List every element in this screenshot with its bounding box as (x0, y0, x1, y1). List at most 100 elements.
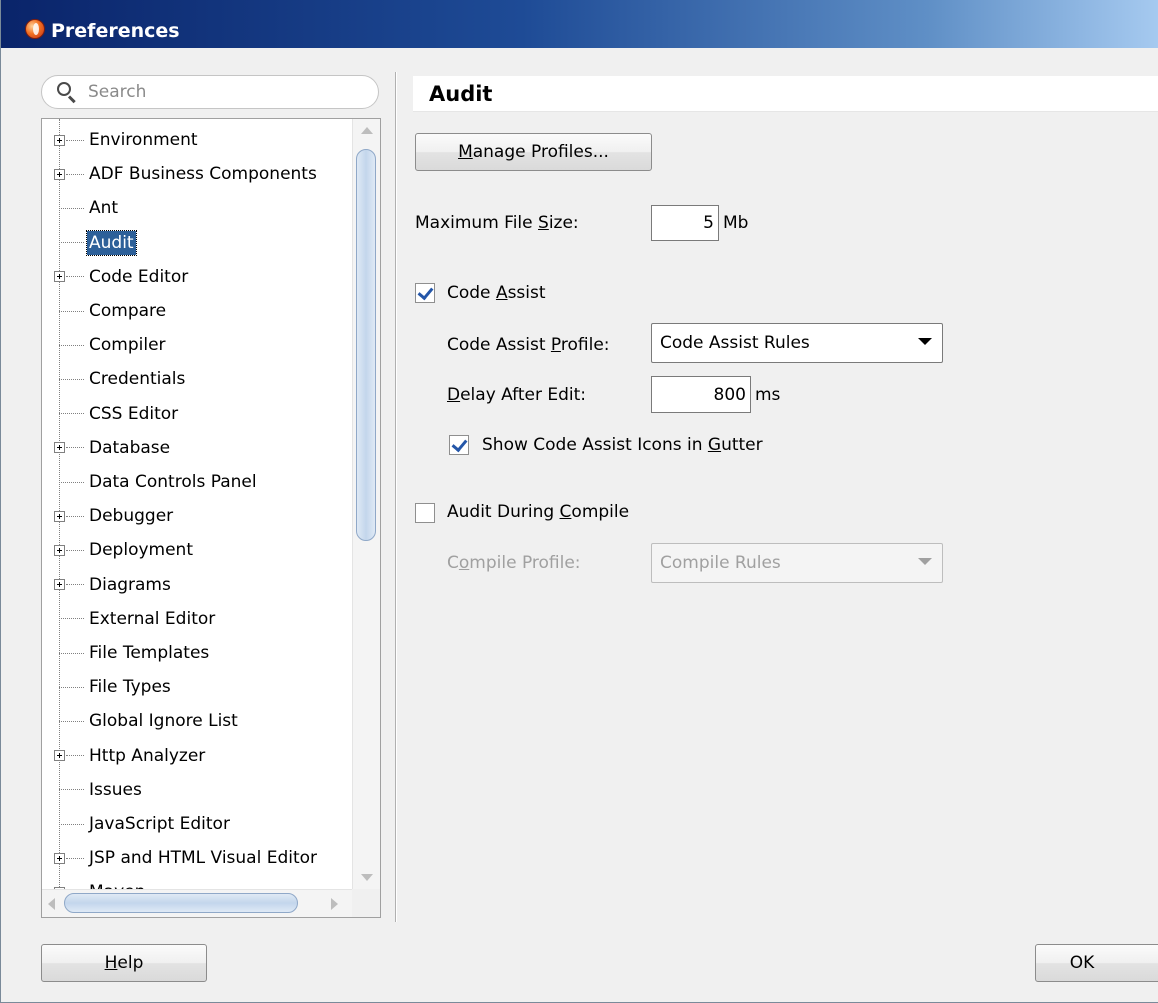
expand-plus-icon[interactable] (54, 510, 65, 522)
tree-item[interactable]: Data Controls Panel (42, 465, 352, 499)
scroll-up-arrow-icon[interactable] (361, 127, 373, 134)
search-input[interactable] (88, 82, 358, 102)
delay-after-edit-input[interactable] (651, 376, 751, 413)
scroll-left-arrow-icon[interactable] (48, 898, 55, 910)
tree-item[interactable]: Global Ignore List (42, 704, 352, 738)
search-icon (56, 81, 78, 104)
tree-item[interactable]: File Templates (42, 636, 352, 670)
tree-item[interactable]: Deployment (42, 533, 352, 567)
panel-splitter[interactable] (395, 72, 397, 922)
tree-item-label[interactable]: Ant (87, 196, 120, 220)
tree-connector (59, 823, 84, 825)
tree-item-label[interactable]: Debugger (87, 504, 175, 528)
tree-item-label[interactable]: Environment (87, 128, 200, 152)
search-box[interactable] (41, 75, 379, 109)
tree-item-label[interactable]: Maven (87, 880, 147, 889)
max-file-size-input[interactable] (651, 205, 719, 241)
tree-item[interactable]: Compiler (42, 328, 352, 362)
tree-item-label[interactable]: Database (87, 436, 172, 460)
expand-plus-icon[interactable] (54, 544, 65, 556)
code-assist-profile-label: Code Assist Profile: (447, 335, 610, 355)
horizontal-scroll-thumb[interactable] (64, 893, 298, 913)
tree-item[interactable]: JavaScript Editor (42, 807, 352, 841)
tree-item[interactable]: Audit (42, 226, 352, 260)
tree-item[interactable]: ADF Business Components (42, 157, 352, 191)
tree-item[interactable]: CSS Editor (42, 397, 352, 431)
tree-item[interactable]: Credentials (42, 362, 352, 396)
tree-item-label[interactable]: Http Analyzer (87, 744, 207, 768)
tree-item-label[interactable]: Global Ignore List (87, 709, 240, 733)
tree-item-label[interactable]: External Editor (87, 607, 217, 631)
preferences-tree[interactable]: Environment ADF Business Components Ant Aud… (41, 118, 381, 918)
tree-item-label[interactable]: Deployment (87, 538, 195, 562)
tree-item-label[interactable]: Data Controls Panel (87, 470, 259, 494)
expand-plus-icon[interactable] (54, 271, 65, 283)
tree-item-label[interactable]: Issues (87, 778, 144, 802)
expand-plus-icon[interactable] (54, 750, 65, 762)
tree-item[interactable]: Http Analyzer (42, 739, 352, 773)
show-gutter-icons-label[interactable]: Show Code Assist Icons in Gutter (482, 435, 763, 455)
vertical-scroll-thumb[interactable] (356, 149, 376, 541)
tree-item-label[interactable]: Compiler (87, 333, 168, 357)
scroll-right-arrow-icon[interactable] (331, 898, 338, 910)
ok-label: OK (1069, 953, 1095, 973)
tree-item-label[interactable]: Audit (86, 229, 137, 256)
tree-item[interactable]: External Editor (42, 602, 352, 636)
tree-connector (59, 344, 84, 346)
tree-item-label[interactable]: Code Editor (87, 265, 190, 289)
tree-item[interactable]: Maven (42, 875, 352, 889)
expand-plus-icon[interactable] (54, 442, 65, 454)
ok-button[interactable]: OK (1035, 944, 1158, 982)
scroll-down-arrow-icon[interactable] (361, 874, 373, 881)
tree-item-label[interactable]: ADF Business Components (87, 162, 319, 186)
code-assist-checkbox[interactable] (415, 283, 435, 303)
tree-item-label[interactable]: Credentials (87, 367, 187, 391)
tree-item[interactable]: Compare (42, 294, 352, 328)
tree-connector (66, 755, 84, 757)
tree-item-label[interactable]: File Templates (87, 641, 211, 665)
audit-during-compile-checkbox[interactable] (415, 503, 435, 523)
tree-connector (59, 310, 84, 312)
tree-item[interactable]: Debugger (42, 499, 352, 533)
compile-profile-value: Compile Rules (660, 553, 781, 573)
tree-item[interactable]: JSP and HTML Visual Editor (42, 841, 352, 875)
code-assist-label[interactable]: Code Assist (447, 283, 546, 303)
tree-item[interactable]: Database (42, 431, 352, 465)
show-gutter-icons-checkbox[interactable] (449, 435, 469, 455)
scroll-corner (352, 889, 380, 917)
tree-connector (66, 857, 84, 859)
expand-plus-icon[interactable] (54, 168, 65, 180)
max-file-size-unit: Mb (723, 213, 749, 233)
tree-item-label[interactable]: CSS Editor (87, 402, 180, 426)
tree-item-label[interactable]: Compare (87, 299, 168, 323)
expand-plus-icon[interactable] (54, 852, 65, 864)
audit-during-compile-label[interactable]: Audit During Compile (447, 502, 629, 522)
help-mnemonic: H (104, 953, 118, 973)
tree-item-label[interactable]: Diagrams (87, 573, 173, 597)
tree-item-label[interactable]: File Types (87, 675, 173, 699)
tree-connector (59, 413, 84, 415)
title-bar[interactable]: Preferences (1, 0, 1158, 48)
tree-connector (59, 720, 84, 722)
tree-item[interactable]: Code Editor (42, 260, 352, 294)
tree-item[interactable]: Diagrams (42, 568, 352, 602)
compile-profile-select[interactable]: Compile Rules (651, 543, 943, 583)
help-button[interactable]: Help (41, 944, 207, 982)
tree-item[interactable]: Environment (42, 123, 352, 157)
manage-profiles-button[interactable]: Manage Profiles... (415, 133, 652, 171)
tree-connector (59, 652, 84, 654)
code-assist-profile-select[interactable]: Code Assist Rules (651, 323, 943, 363)
compile-profile-label: Compile Profile: (447, 553, 581, 573)
expand-plus-icon[interactable] (54, 134, 65, 146)
horizontal-scrollbar[interactable] (42, 889, 352, 917)
tree-connector (66, 173, 84, 175)
tree-connector (66, 549, 84, 551)
tree-item-label[interactable]: JavaScript Editor (87, 812, 232, 836)
expand-plus-icon[interactable] (54, 579, 65, 591)
tree-item[interactable]: Ant (42, 191, 352, 225)
tree-item[interactable]: Issues (42, 773, 352, 807)
vertical-scrollbar[interactable] (352, 119, 380, 889)
tree-item-label[interactable]: JSP and HTML Visual Editor (87, 846, 319, 870)
tree-connector (66, 276, 84, 278)
tree-item[interactable]: File Types (42, 670, 352, 704)
